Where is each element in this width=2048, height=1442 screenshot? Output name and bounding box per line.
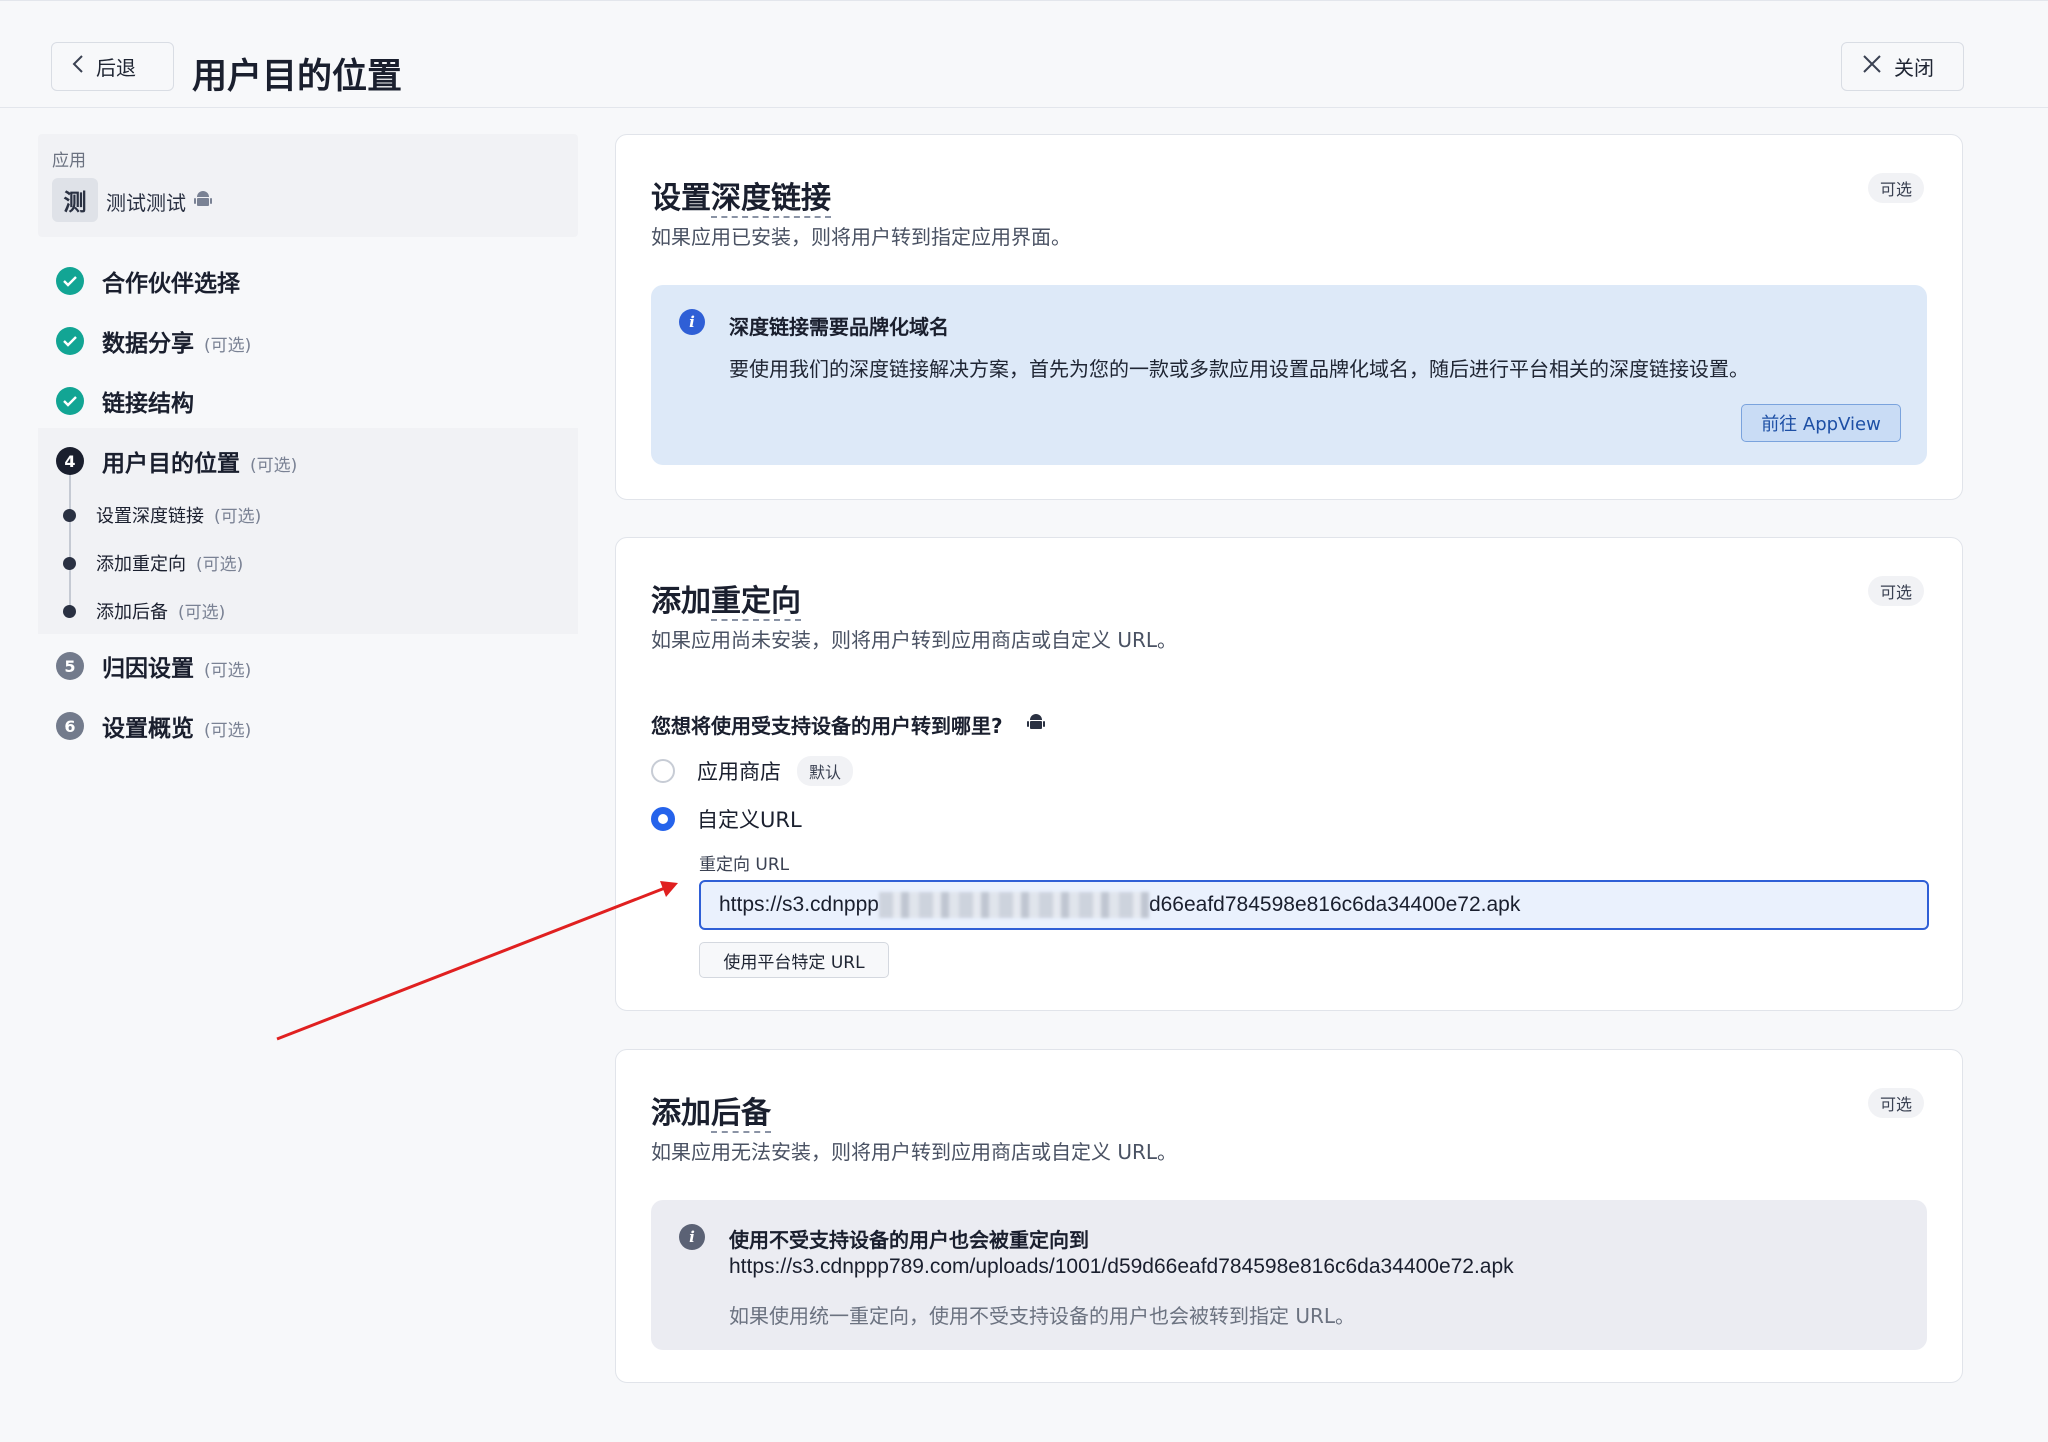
info-body: 要使用我们的深度链接解决方案，首先为您的一款或多款应用设置品牌化域名，随后进行平… xyxy=(729,357,1749,381)
redirect-question: 您想将使用受支持设备的用户转到哪里? xyxy=(651,710,1045,739)
info-icon: i xyxy=(679,1224,705,1250)
fallback-info-banner: i 使用不受支持设备的用户也会被重定向到 https://s3.cdnppp78… xyxy=(651,1200,1927,1350)
step-label: 链接结构 xyxy=(102,391,194,417)
optional-label: (可选) xyxy=(204,336,252,356)
step-number: 6 xyxy=(56,712,84,740)
redacted-region xyxy=(878,892,1149,918)
app-selector[interactable]: 应用 测 测试测试 xyxy=(38,134,578,237)
optional-label: (可选) xyxy=(250,456,298,476)
fallback-url: https://s3.cdnppp789.com/uploads/1001/d5… xyxy=(729,1255,1514,1278)
radio-custom-url[interactable]: 自定义URL xyxy=(651,804,802,834)
card-subtitle: 如果应用已安装，则将用户转到指定应用界面。 xyxy=(651,225,1071,249)
card-subtitle: 如果应用尚未安装，则将用户转到应用商店或自定义 URL。 xyxy=(651,628,1178,652)
step-setup-overview[interactable]: 6 设置概览 (可选) xyxy=(56,709,251,743)
card-subtitle: 如果应用无法安装，则将用户转到应用商店或自定义 URL。 xyxy=(651,1140,1178,1164)
fallback-info-title: 使用不受支持设备的用户也会被重定向到 xyxy=(729,1228,1089,1252)
radio-label: 自定义URL xyxy=(697,808,802,832)
step-label: 用户目的位置 (可选) xyxy=(102,451,298,477)
substep-dot xyxy=(63,604,76,618)
substep-deep-link[interactable]: 设置深度链接 (可选) xyxy=(63,502,261,528)
step-number: 4 xyxy=(56,447,84,475)
step-link-structure[interactable]: 链接结构 xyxy=(56,384,194,418)
step-label: 数据分享 (可选) xyxy=(102,331,252,357)
default-tag: 默认 xyxy=(797,756,854,786)
info-banner: i 深度链接需要品牌化域名 要使用我们的深度链接解决方案，首先为您的一款或多款应… xyxy=(651,285,1927,465)
substep-label: 设置深度链接 (可选) xyxy=(96,506,262,527)
step-label: 设置概览 (可选) xyxy=(102,716,252,742)
platform-specific-url-button[interactable]: 使用平台特定 URL xyxy=(699,942,889,978)
card-title: 设置深度链接 xyxy=(651,181,831,218)
step-data-sharing[interactable]: 数据分享 (可选) xyxy=(56,324,251,358)
check-icon xyxy=(56,327,84,355)
chevron-left-icon xyxy=(72,54,84,79)
go-to-appview-button[interactable]: 前往 AppView xyxy=(1741,404,1901,442)
back-label: 后退 xyxy=(96,56,136,80)
substep-label: 添加后备 (可选) xyxy=(96,602,226,623)
optional-label: (可选) xyxy=(204,721,252,741)
app-label: 应用 xyxy=(52,151,86,171)
close-label: 关闭 xyxy=(1894,56,1934,80)
radio-button-selected[interactable] xyxy=(651,807,675,831)
android-icon xyxy=(1026,712,1045,737)
radio-label: 应用商店 xyxy=(697,760,781,784)
fallback-note: 如果使用统一重定向，使用不受支持设备的用户也会被转到指定 URL。 xyxy=(729,1304,1356,1328)
redirect-url-input[interactable]: https://s3.cdnppp d66eafd784598e816c6da34… xyxy=(699,880,1929,930)
back-button[interactable]: 后退 xyxy=(51,42,174,91)
app-avatar: 测 xyxy=(52,178,98,222)
substep-redirect[interactable]: 添加重定向 (可选) xyxy=(63,550,243,576)
redirect-url-label: 重定向 URL xyxy=(699,855,790,875)
close-x-icon xyxy=(1862,54,1882,79)
info-title: 深度链接需要品牌化域名 xyxy=(729,315,949,339)
optional-label: (可选) xyxy=(204,661,252,681)
page-header: 后退 用户目的位置 关闭 xyxy=(0,6,2048,108)
app-name: 测试测试 xyxy=(106,187,212,216)
step-label: 归因设置 (可选) xyxy=(102,656,252,682)
substep-label: 添加重定向 (可选) xyxy=(96,554,244,575)
fallback-card: 添加后备 如果应用无法安装，则将用户转到应用商店或自定义 URL。 可选 i 使… xyxy=(615,1049,1963,1383)
app-name-text: 测试测试 xyxy=(106,191,186,215)
card-title: 添加后备 xyxy=(651,1096,771,1133)
substep-dot xyxy=(63,556,76,570)
close-button[interactable]: 关闭 xyxy=(1841,42,1964,91)
arrow-shaft xyxy=(276,886,666,1041)
step-number: 5 xyxy=(56,652,84,680)
check-icon xyxy=(56,387,84,415)
radio-button[interactable] xyxy=(651,759,675,783)
info-icon: i xyxy=(679,309,705,335)
check-icon xyxy=(56,267,84,295)
step-user-destination[interactable]: 4 用户目的位置 (可选) xyxy=(56,444,297,478)
step-label: 合作伙伴选择 xyxy=(102,271,240,297)
step-attribution-settings[interactable]: 5 归因设置 (可选) xyxy=(56,649,251,683)
page-title: 用户目的位置 xyxy=(192,57,403,97)
substep-fallback[interactable]: 添加后备 (可选) xyxy=(63,598,225,624)
substep-dot xyxy=(63,508,76,522)
deep-link-card: 设置深度链接 如果应用已安装，则将用户转到指定应用界面。 可选 i 深度链接需要… xyxy=(615,134,1963,500)
optional-badge: 可选 xyxy=(1868,173,1925,203)
optional-badge: 可选 xyxy=(1868,1088,1925,1118)
android-icon xyxy=(194,189,212,214)
card-title: 添加重定向 xyxy=(651,584,801,621)
optional-badge: 可选 xyxy=(1868,576,1925,606)
radio-app-store[interactable]: 应用商店 默认 xyxy=(651,756,854,786)
step-partner-selection[interactable]: 合作伙伴选择 xyxy=(56,264,240,298)
substep-connector xyxy=(69,470,71,610)
redirect-card: 添加重定向 如果应用尚未安装，则将用户转到应用商店或自定义 URL。 可选 您想… xyxy=(615,537,1963,1011)
